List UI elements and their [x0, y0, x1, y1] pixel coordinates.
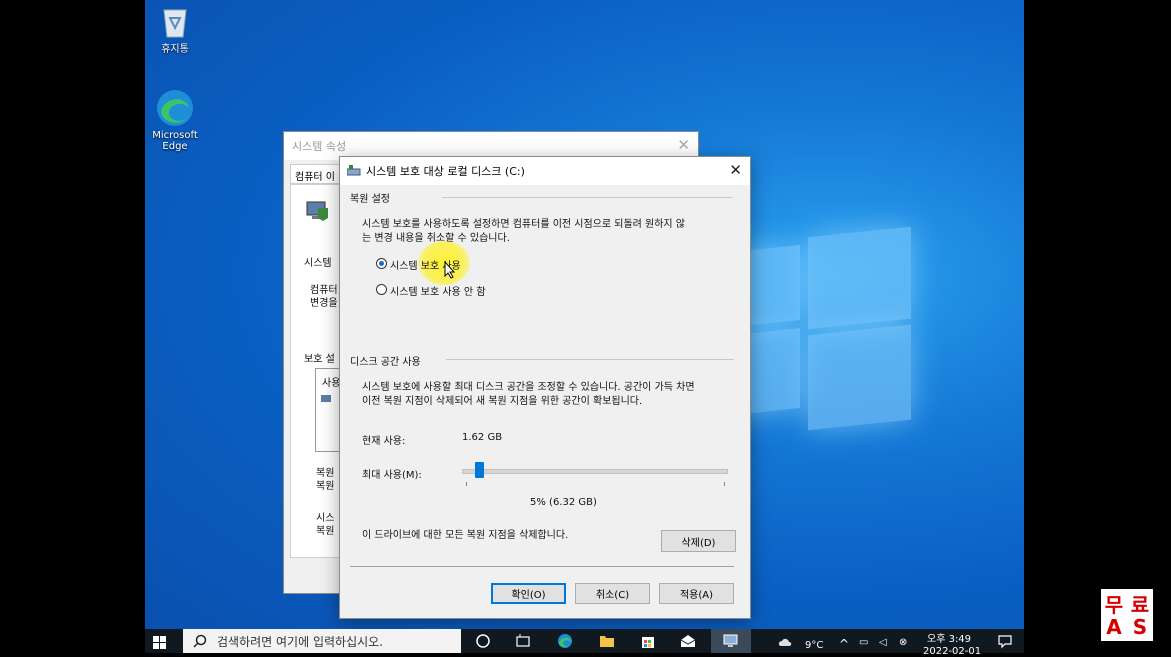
protection-on-radio[interactable]: [376, 258, 387, 269]
delete-button[interactable]: 삭제(D): [661, 530, 736, 552]
protection-off-radio[interactable]: [376, 284, 387, 295]
weather-temp[interactable]: 9°C: [805, 640, 823, 651]
edge-taskbar-icon[interactable]: [557, 633, 573, 649]
notification-icon[interactable]: [997, 633, 1013, 649]
dialog-close-icon[interactable]: ✕: [729, 162, 742, 178]
search-placeholder: 검색하려면 여기에 입력하십시오.: [217, 634, 384, 649]
start-button[interactable]: [153, 635, 167, 649]
ime-icon[interactable]: ⊗: [899, 637, 907, 648]
channel-logo-badge: 무 료 A S: [1101, 589, 1153, 641]
file-explorer-icon[interactable]: [599, 633, 615, 649]
system-protection-dialog: 시스템 보호 대상 로컬 디스크 (C:) ✕ 복원 설정 시스템 보호를 사용…: [339, 156, 751, 619]
disk-desc-line1: 시스템 보호에 사용할 최대 디스크 공간을 조정할 수 있습니다. 공간이 가…: [362, 382, 695, 393]
badge-char-4: S: [1132, 615, 1148, 639]
windows-start-icon: [153, 636, 166, 649]
slider-track: [462, 469, 728, 474]
delete-restore-points-desc: 이 드라이브에 대한 모든 복원 지점을 삭제합니다.: [362, 530, 569, 541]
clock-time[interactable]: 오후 3:49: [927, 630, 971, 645]
tab-computer-name[interactable]: 컴퓨터 이: [290, 164, 342, 184]
taskbar: 검색하려면 여기에 입력하십시오. 9°C ^ ▭ ◁ ⊗ 오후 3:49 20…: [145, 629, 1024, 657]
system-protection-icon: [304, 198, 330, 222]
tab-label: 컴퓨터 이: [295, 172, 335, 183]
protection-off-label[interactable]: 시스템 보호 사용 안 함: [390, 283, 486, 298]
apply-button[interactable]: 적용(A): [659, 583, 734, 604]
back-label-restore-2: 복원: [316, 481, 335, 492]
dialog-titlebar: 시스템 보호 대상 로컬 디스크 (C:): [340, 157, 750, 185]
ok-button[interactable]: 확인(O): [491, 583, 566, 604]
restore-settings-divider: [442, 197, 732, 198]
disk-usage-divider: [446, 359, 734, 360]
recycle-bin-desktop-icon[interactable]: 휴지통: [145, 4, 205, 55]
taskbar-search-box[interactable]: 검색하려면 여기에 입력하십시오.: [183, 629, 461, 653]
dialog-title: 시스템 보호 대상 로컬 디스크 (C:): [366, 165, 525, 178]
slider-thumb[interactable]: [475, 462, 484, 478]
max-usage-slider[interactable]: [462, 462, 728, 488]
chevron-up-icon[interactable]: ^: [839, 637, 849, 651]
cancel-button[interactable]: 취소(C): [575, 583, 650, 604]
back-label-system: 시스템: [304, 258, 332, 269]
task-view-icon[interactable]: [475, 633, 491, 649]
recycle-bin-icon: [160, 4, 190, 38]
footer-divider: [350, 566, 734, 567]
badge-char-2: 료: [1130, 593, 1150, 617]
recycle-bin-label: 휴지통: [161, 44, 189, 55]
mail-icon[interactable]: [680, 633, 696, 649]
system-properties-taskbar-icon: [723, 633, 739, 649]
back-list-header: 사용: [322, 378, 341, 389]
slider-value-text: 5% (6.32 GB): [530, 497, 597, 508]
current-usage-value: 1.62 GB: [462, 432, 503, 443]
edge-label: Microsoft Edge: [152, 130, 198, 152]
back-label-restore-3: 복원: [316, 526, 335, 537]
weather-icon[interactable]: [777, 633, 793, 649]
badge-char-3: A: [1106, 615, 1122, 639]
slider-tick-start: [466, 482, 467, 486]
edge-desktop-icon[interactable]: Microsoft Edge: [145, 88, 205, 152]
drive-protection-icon: [346, 165, 361, 177]
system-properties-title: 시스템 속성: [292, 140, 347, 153]
search-icon: [193, 634, 207, 648]
restore-desc-line1: 시스템 보호를 사용하도록 설정하면 컴퓨터를 이전 시점으로 되돌려 원하지 …: [362, 219, 686, 230]
timeline-icon[interactable]: [515, 633, 531, 649]
mouse-pointer-icon: [444, 260, 456, 283]
close-icon[interactable]: ✕: [677, 137, 690, 153]
current-usage-label: 현재 사용:: [362, 436, 406, 447]
active-window-tab[interactable]: [711, 629, 751, 653]
disk-usage-heading: 디스크 공간 사용: [350, 357, 421, 368]
restore-settings-heading: 복원 설정: [350, 194, 390, 205]
back-label-change: 변경을: [310, 298, 338, 309]
badge-char-1: 무: [1104, 593, 1124, 617]
volume-icon[interactable]: ◁: [879, 637, 887, 648]
store-icon[interactable]: [640, 633, 656, 649]
disk-desc-line2: 이전 복원 지점이 삭제되어 새 복원 지점을 위한 공간이 확보됩니다.: [362, 396, 643, 407]
edge-icon: [155, 88, 195, 128]
clock-date[interactable]: 2022-02-01: [923, 646, 981, 657]
network-icon[interactable]: ▭: [859, 637, 868, 648]
drive-icon: [321, 395, 331, 402]
max-usage-label: 최대 사용(M):: [362, 470, 422, 481]
back-label-protection: 보호 설: [304, 354, 335, 365]
slider-tick-end: [724, 482, 725, 486]
